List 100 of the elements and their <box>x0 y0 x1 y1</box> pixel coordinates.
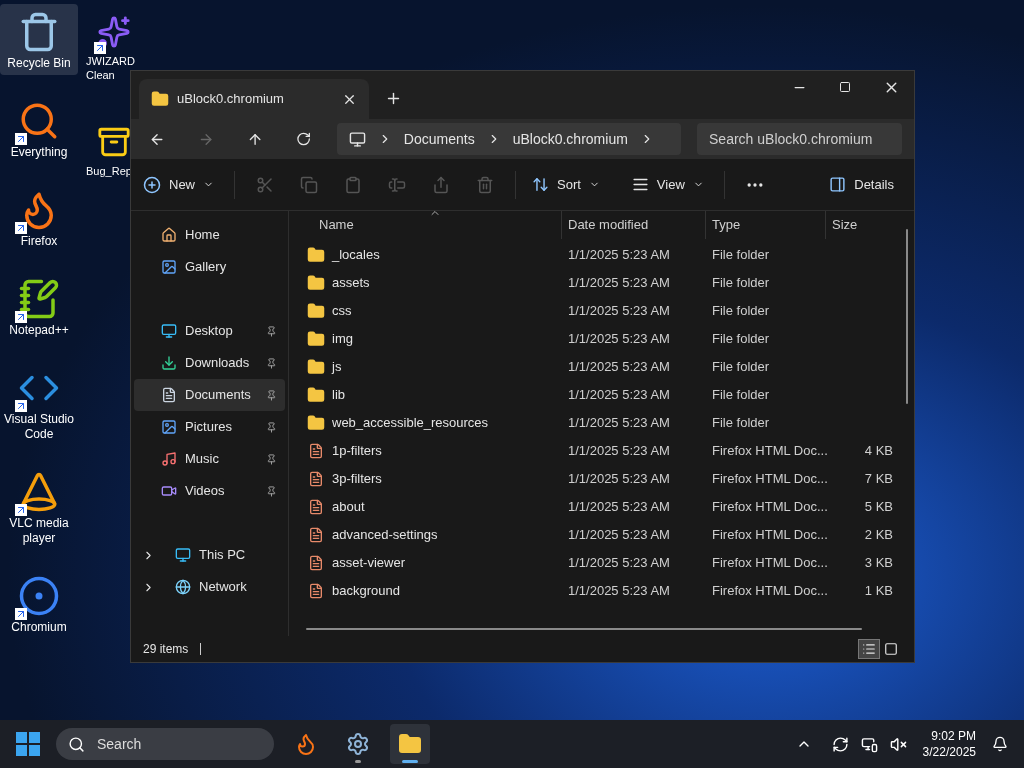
document-icon <box>308 527 324 543</box>
details-view-toggle[interactable] <box>858 639 880 659</box>
sidebar-item[interactable]: Network <box>134 571 285 603</box>
mute-icon[interactable] <box>889 735 907 753</box>
search-field[interactable]: Search uBlock0.chromium <box>697 123 902 155</box>
tab-title: uBlock0.chromium <box>177 90 285 109</box>
taskbar-app[interactable] <box>390 724 430 764</box>
icon-label: VLC media player <box>8 516 70 546</box>
file-name: img <box>332 330 353 349</box>
date-cell-text: 1/1/2025 5:23 AM <box>567 526 671 545</box>
breadcrumb-item[interactable]: Documents <box>403 128 475 150</box>
pin-icon <box>266 485 277 497</box>
network-icon[interactable] <box>860 735 878 753</box>
size-cell-text: 5 KB <box>863 498 894 517</box>
folder-icon <box>398 732 422 756</box>
desktop-icon[interactable]: VLC media player <box>0 464 78 550</box>
sidebar-label: Videos <box>185 482 226 501</box>
date-cell-text: 1/1/2025 5:23 AM <box>567 442 671 461</box>
icon-label: Notepad++ <box>9 323 69 338</box>
gallery-icon <box>161 259 177 275</box>
search-placeholder: Search <box>97 734 142 754</box>
file-row[interactable]: assets 1/1/2025 5:23 AM File folder <box>289 269 914 297</box>
videos-icon <box>161 483 177 499</box>
type-cell-text: Firefox HTML Doc... <box>711 526 825 545</box>
date-cell-text: 1/1/2025 5:23 AM <box>567 498 671 517</box>
sidebar-item[interactable]: Music <box>134 443 285 475</box>
view-button[interactable]: View <box>619 174 716 195</box>
type-cell-text: Firefox HTML Doc... <box>711 442 825 461</box>
file-row[interactable]: background 1/1/2025 5:23 AM Firefox HTML Doc... 1 KB <box>289 577 914 605</box>
desktop-icon[interactable]: Chromium <box>0 568 78 639</box>
sort-icon <box>532 176 549 193</box>
sort-button[interactable]: Sort <box>524 174 608 195</box>
file-row[interactable]: lib 1/1/2025 5:23 AM File folder <box>289 381 914 409</box>
file-row[interactable]: img 1/1/2025 5:23 AM File folder <box>289 325 914 353</box>
file-row[interactable]: asset-viewer 1/1/2025 5:23 AM Firefox HTML Doc... 3 KB <box>289 549 914 577</box>
start-icon[interactable] <box>16 732 40 756</box>
sidebar-item[interactable]: Home <box>134 219 285 251</box>
downloads-icon <box>161 355 177 371</box>
icon-label: Recycle Bin <box>7 56 71 71</box>
desktop-icon[interactable]: Notepad++ <box>0 271 78 342</box>
taskbar-search[interactable]: Search <box>56 728 274 760</box>
document-icon <box>308 471 324 487</box>
sidebar-item[interactable]: Gallery <box>134 251 285 283</box>
sidebar-item[interactable]: Pictures <box>134 411 285 443</box>
column-header[interactable]: Type <box>705 211 825 239</box>
file-row[interactable]: js 1/1/2025 5:23 AM File folder <box>289 353 914 381</box>
desktop-icon[interactable]: Recycle Bin <box>0 4 78 75</box>
clock[interactable]: 9:02 PM 3/22/2025 <box>922 728 976 760</box>
app-icon <box>97 125 131 159</box>
file-row[interactable]: about 1/1/2025 5:23 AM Firefox HTML Doc... 5 KB <box>289 493 914 521</box>
file-row[interactable]: _locales 1/1/2025 5:23 AM File folder <box>289 241 914 269</box>
time-text: 9:02 PM <box>931 728 976 744</box>
document-icon <box>308 443 324 459</box>
sidebar-item[interactable]: Downloads <box>134 347 285 379</box>
date-cell-text: 1/1/2025 5:23 AM <box>567 302 671 321</box>
size-cell-text: 4 KB <box>863 442 894 461</box>
details-button[interactable]: Details <box>821 174 902 195</box>
desktop-icon[interactable]: Visual Studio Code <box>0 360 78 446</box>
sync-icon[interactable] <box>831 735 849 753</box>
file-name: _locales <box>332 246 380 265</box>
computer-icon <box>348 130 366 148</box>
sidebar-item[interactable]: Desktop <box>134 315 285 347</box>
date-cell-text: 1/1/2025 5:23 AM <box>567 274 671 293</box>
sidebar-item[interactable]: Documents <box>134 379 285 411</box>
file-name: lib <box>332 386 345 405</box>
column-header[interactable]: Date modified <box>561 211 705 239</box>
file-name: 3p-filters <box>332 470 382 489</box>
maximize-icon[interactable] <box>839 81 851 93</box>
date-cell-text: 1/1/2025 5:23 AM <box>567 358 671 377</box>
file-row[interactable]: web_accessible_resources 1/1/2025 5:23 AM File folder <box>289 409 914 437</box>
desktop-icon[interactable]: Firefox <box>0 182 78 253</box>
sidebar-item[interactable]: Videos <box>134 475 285 507</box>
file-row[interactable]: advanced-settings 1/1/2025 5:23 AM Firefox HTML Doc... 2 KB <box>289 521 914 549</box>
desktop-icon[interactable]: Everything <box>0 93 78 164</box>
type-cell-text: File folder <box>711 414 771 433</box>
file-row[interactable]: 1p-filters 1/1/2025 5:23 AM Firefox HTML Doc... 4 KB <box>289 437 914 465</box>
breadcrumb-item[interactable]: uBlock0.chromium <box>512 128 628 150</box>
address-bar[interactable]: Documents uBlock0.chromium <box>336 123 681 155</box>
list-icon <box>631 176 649 193</box>
pin-icon <box>266 325 277 337</box>
square-icon <box>884 642 898 656</box>
sidebar-label: Downloads <box>185 354 251 373</box>
type-cell-text: Firefox HTML Doc... <box>711 554 825 573</box>
file-row[interactable]: 3p-filters 1/1/2025 5:23 AM Firefox HTML Doc... 7 KB <box>289 465 914 493</box>
refresh-icon[interactable] <box>295 131 311 147</box>
document-icon <box>308 555 324 571</box>
sidebar-label: Network <box>199 578 248 597</box>
sidebar-item[interactable]: This PC <box>134 539 285 571</box>
date-text: 3/22/2025 <box>922 744 976 760</box>
size-cell-text: 2 KB <box>863 526 894 545</box>
file-name: about <box>332 498 365 517</box>
icon-label: Bug_Rep <box>86 164 132 178</box>
window-tab[interactable]: uBlock0.chromium <box>139 79 369 119</box>
file-name: background <box>332 582 400 601</box>
notification-icon[interactable] <box>992 736 1008 752</box>
new-tab-icon[interactable] <box>385 90 402 107</box>
new-button[interactable]: New <box>143 174 226 195</box>
sidebar-label: Home <box>185 226 221 245</box>
column-header[interactable]: Name <box>289 211 561 239</box>
file-row[interactable]: css 1/1/2025 5:23 AM File folder <box>289 297 914 325</box>
